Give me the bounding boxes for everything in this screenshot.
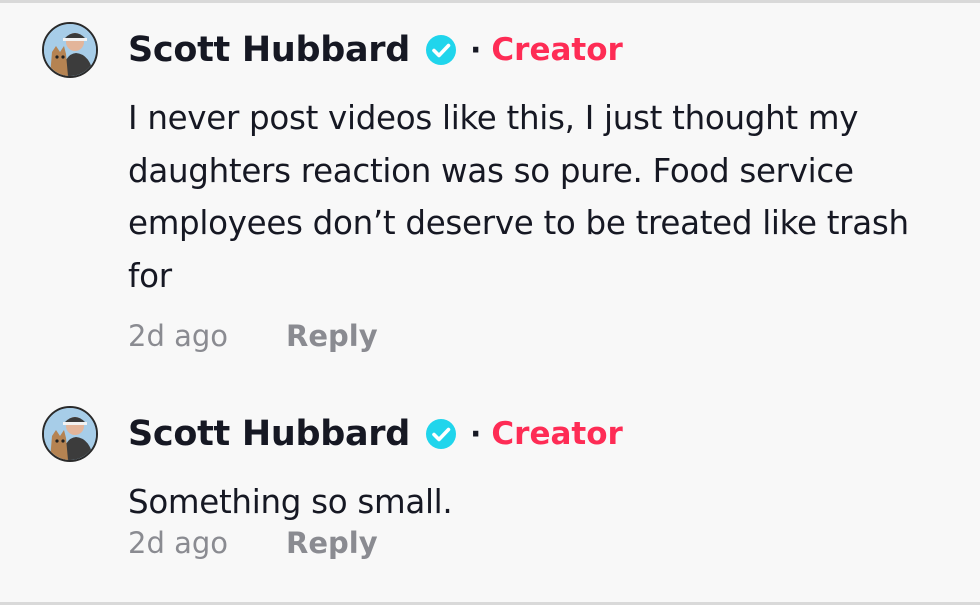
comment-meta: 2d ago Reply — [128, 526, 378, 560]
author-name[interactable]: Scott Hubbard — [128, 30, 410, 70]
comment-header: Scott Hubbard · Creator — [128, 410, 623, 458]
comment-text: Something so small. — [128, 483, 453, 521]
comment-timestamp: 2d ago — [128, 526, 228, 560]
avatar[interactable] — [42, 22, 98, 78]
creator-badge: Creator — [491, 32, 623, 68]
comment-header: Scott Hubbard · Creator — [128, 26, 623, 74]
verified-checkmark-icon — [424, 33, 458, 67]
top-divider — [0, 0, 980, 3]
separator-dot: · — [470, 416, 482, 452]
reply-button[interactable]: Reply — [286, 319, 378, 353]
comment-text: I never post videos like this, I just th… — [128, 99, 909, 295]
author-name[interactable]: Scott Hubbard — [128, 414, 410, 454]
comment-timestamp: 2d ago — [128, 319, 228, 353]
avatar[interactable] — [42, 406, 98, 462]
separator-dot: · — [470, 32, 482, 68]
verified-checkmark-icon — [424, 417, 458, 451]
creator-badge: Creator — [491, 416, 623, 452]
reply-button[interactable]: Reply — [286, 526, 378, 560]
comment-meta: 2d ago Reply — [128, 319, 378, 353]
